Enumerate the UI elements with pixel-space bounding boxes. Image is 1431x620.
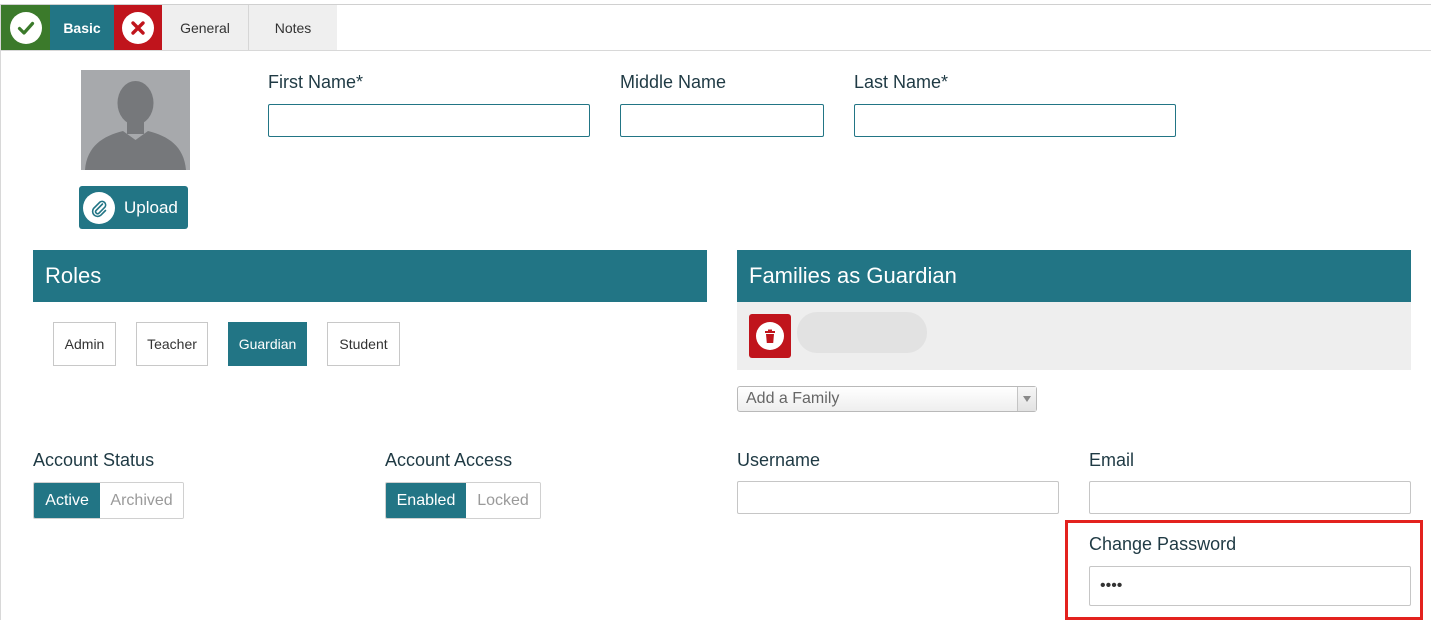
tab-general[interactable]: General bbox=[162, 5, 249, 50]
upload-button[interactable]: Upload bbox=[79, 186, 188, 229]
checkmark-icon bbox=[9, 11, 42, 44]
add-family-select[interactable]: Add a Family bbox=[737, 386, 1037, 412]
families-header: Families as Guardian bbox=[737, 250, 1411, 302]
account-access-label: Account Access bbox=[385, 450, 513, 470]
avatar bbox=[81, 70, 190, 170]
change-password-label: Change Password bbox=[1089, 534, 1237, 554]
family-chip bbox=[797, 312, 927, 353]
middle-name-label: Middle Name bbox=[620, 72, 727, 92]
paperclip-icon bbox=[83, 191, 115, 224]
person-silhouette-icon bbox=[85, 81, 186, 170]
role-teacher-button[interactable]: Teacher bbox=[136, 322, 208, 366]
middle-name-input[interactable] bbox=[620, 104, 824, 137]
role-admin-button[interactable]: Admin bbox=[53, 322, 116, 366]
first-name-input[interactable] bbox=[268, 104, 590, 137]
close-icon bbox=[122, 11, 154, 44]
tab-basic[interactable]: Basic bbox=[50, 5, 114, 50]
cancel-button[interactable] bbox=[114, 5, 162, 50]
tab-notes[interactable]: Notes bbox=[249, 5, 337, 50]
username-label: Username bbox=[737, 450, 821, 470]
remove-family-button[interactable] bbox=[749, 314, 791, 358]
left-border bbox=[0, 4, 1, 620]
status-archived-option[interactable]: Archived bbox=[100, 483, 183, 518]
email-label: Email bbox=[1089, 450, 1135, 470]
email-input[interactable] bbox=[1089, 481, 1411, 514]
access-locked-option[interactable]: Locked bbox=[465, 483, 540, 518]
access-enabled-option[interactable]: Enabled bbox=[386, 483, 466, 518]
trash-icon bbox=[756, 322, 784, 350]
roles-header: Roles bbox=[33, 250, 707, 302]
role-guardian-button[interactable]: Guardian bbox=[228, 322, 307, 366]
username-input[interactable] bbox=[737, 481, 1059, 514]
add-family-placeholder: Add a Family bbox=[746, 390, 840, 407]
tabbar-divider bbox=[0, 50, 1431, 51]
account-access-toggle: Enabled Locked bbox=[385, 482, 541, 519]
status-active-option[interactable]: Active bbox=[34, 483, 101, 518]
role-student-button[interactable]: Student bbox=[327, 322, 400, 366]
account-status-label: Account Status bbox=[33, 450, 155, 470]
upload-label: Upload bbox=[124, 197, 178, 217]
dropdown-arrow-icon bbox=[1017, 387, 1036, 411]
account-status-toggle: Active Archived bbox=[33, 482, 184, 519]
save-button[interactable] bbox=[1, 5, 50, 50]
last-name-input[interactable] bbox=[854, 104, 1176, 137]
change-password-input[interactable]: •••• bbox=[1089, 566, 1411, 606]
first-name-label: First Name* bbox=[268, 72, 364, 92]
last-name-label: Last Name* bbox=[854, 72, 949, 92]
